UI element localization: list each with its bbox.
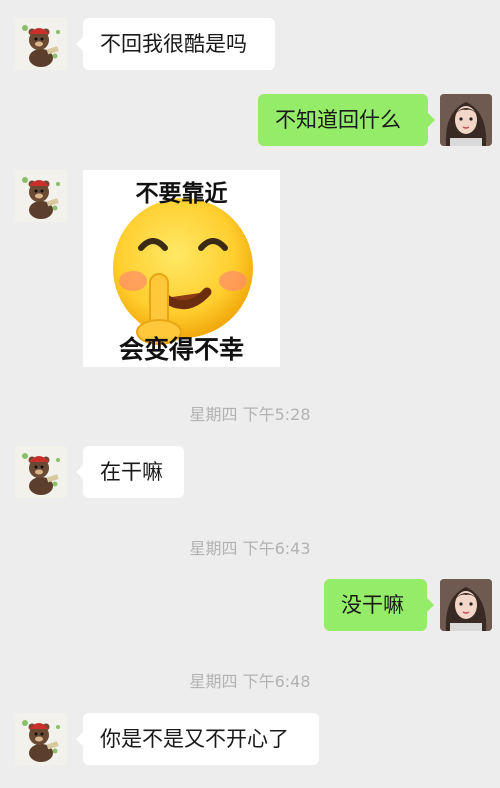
message-bubble-outgoing[interactable]: 没干嘛 — [324, 579, 434, 631]
bear-avatar-icon[interactable] — [15, 18, 67, 70]
timestamp: 星期四 下午6:43 — [189, 539, 311, 558]
bear-avatar-icon[interactable] — [15, 713, 67, 765]
message-text: 没干嘛 — [341, 593, 404, 617]
sticker-caption-bottom: 会变得不幸 — [118, 335, 244, 364]
shh-emoji-icon — [113, 198, 253, 345]
sticker-caption-top: 不要靠近 — [135, 181, 228, 207]
timestamp: 星期四 下午5:28 — [189, 405, 311, 424]
message-text: 不回我很酷是吗 — [100, 32, 247, 56]
girl-avatar-icon[interactable] — [440, 579, 492, 631]
timestamp: 星期四 下午6:48 — [189, 672, 311, 691]
message-bubble-incoming[interactable]: 在干嘛 — [76, 446, 184, 498]
message-text: 不知道回什么 — [275, 108, 401, 132]
message-text: 你是不是又不开心了 — [100, 727, 289, 751]
bear-avatar-icon[interactable] — [15, 170, 67, 222]
message-bubble-outgoing[interactable]: 不知道回什么 — [258, 94, 435, 146]
message-text: 在干嘛 — [100, 460, 163, 484]
message-bubble-incoming[interactable]: 不回我很酷是吗 — [76, 18, 275, 70]
girl-avatar-icon[interactable] — [440, 94, 492, 146]
message-bubble-incoming[interactable]: 你是不是又不开心了 — [76, 713, 319, 765]
bear-avatar-icon[interactable] — [15, 446, 67, 498]
sticker-message[interactable]: 不要靠近 会变得不幸 — [83, 170, 280, 367]
